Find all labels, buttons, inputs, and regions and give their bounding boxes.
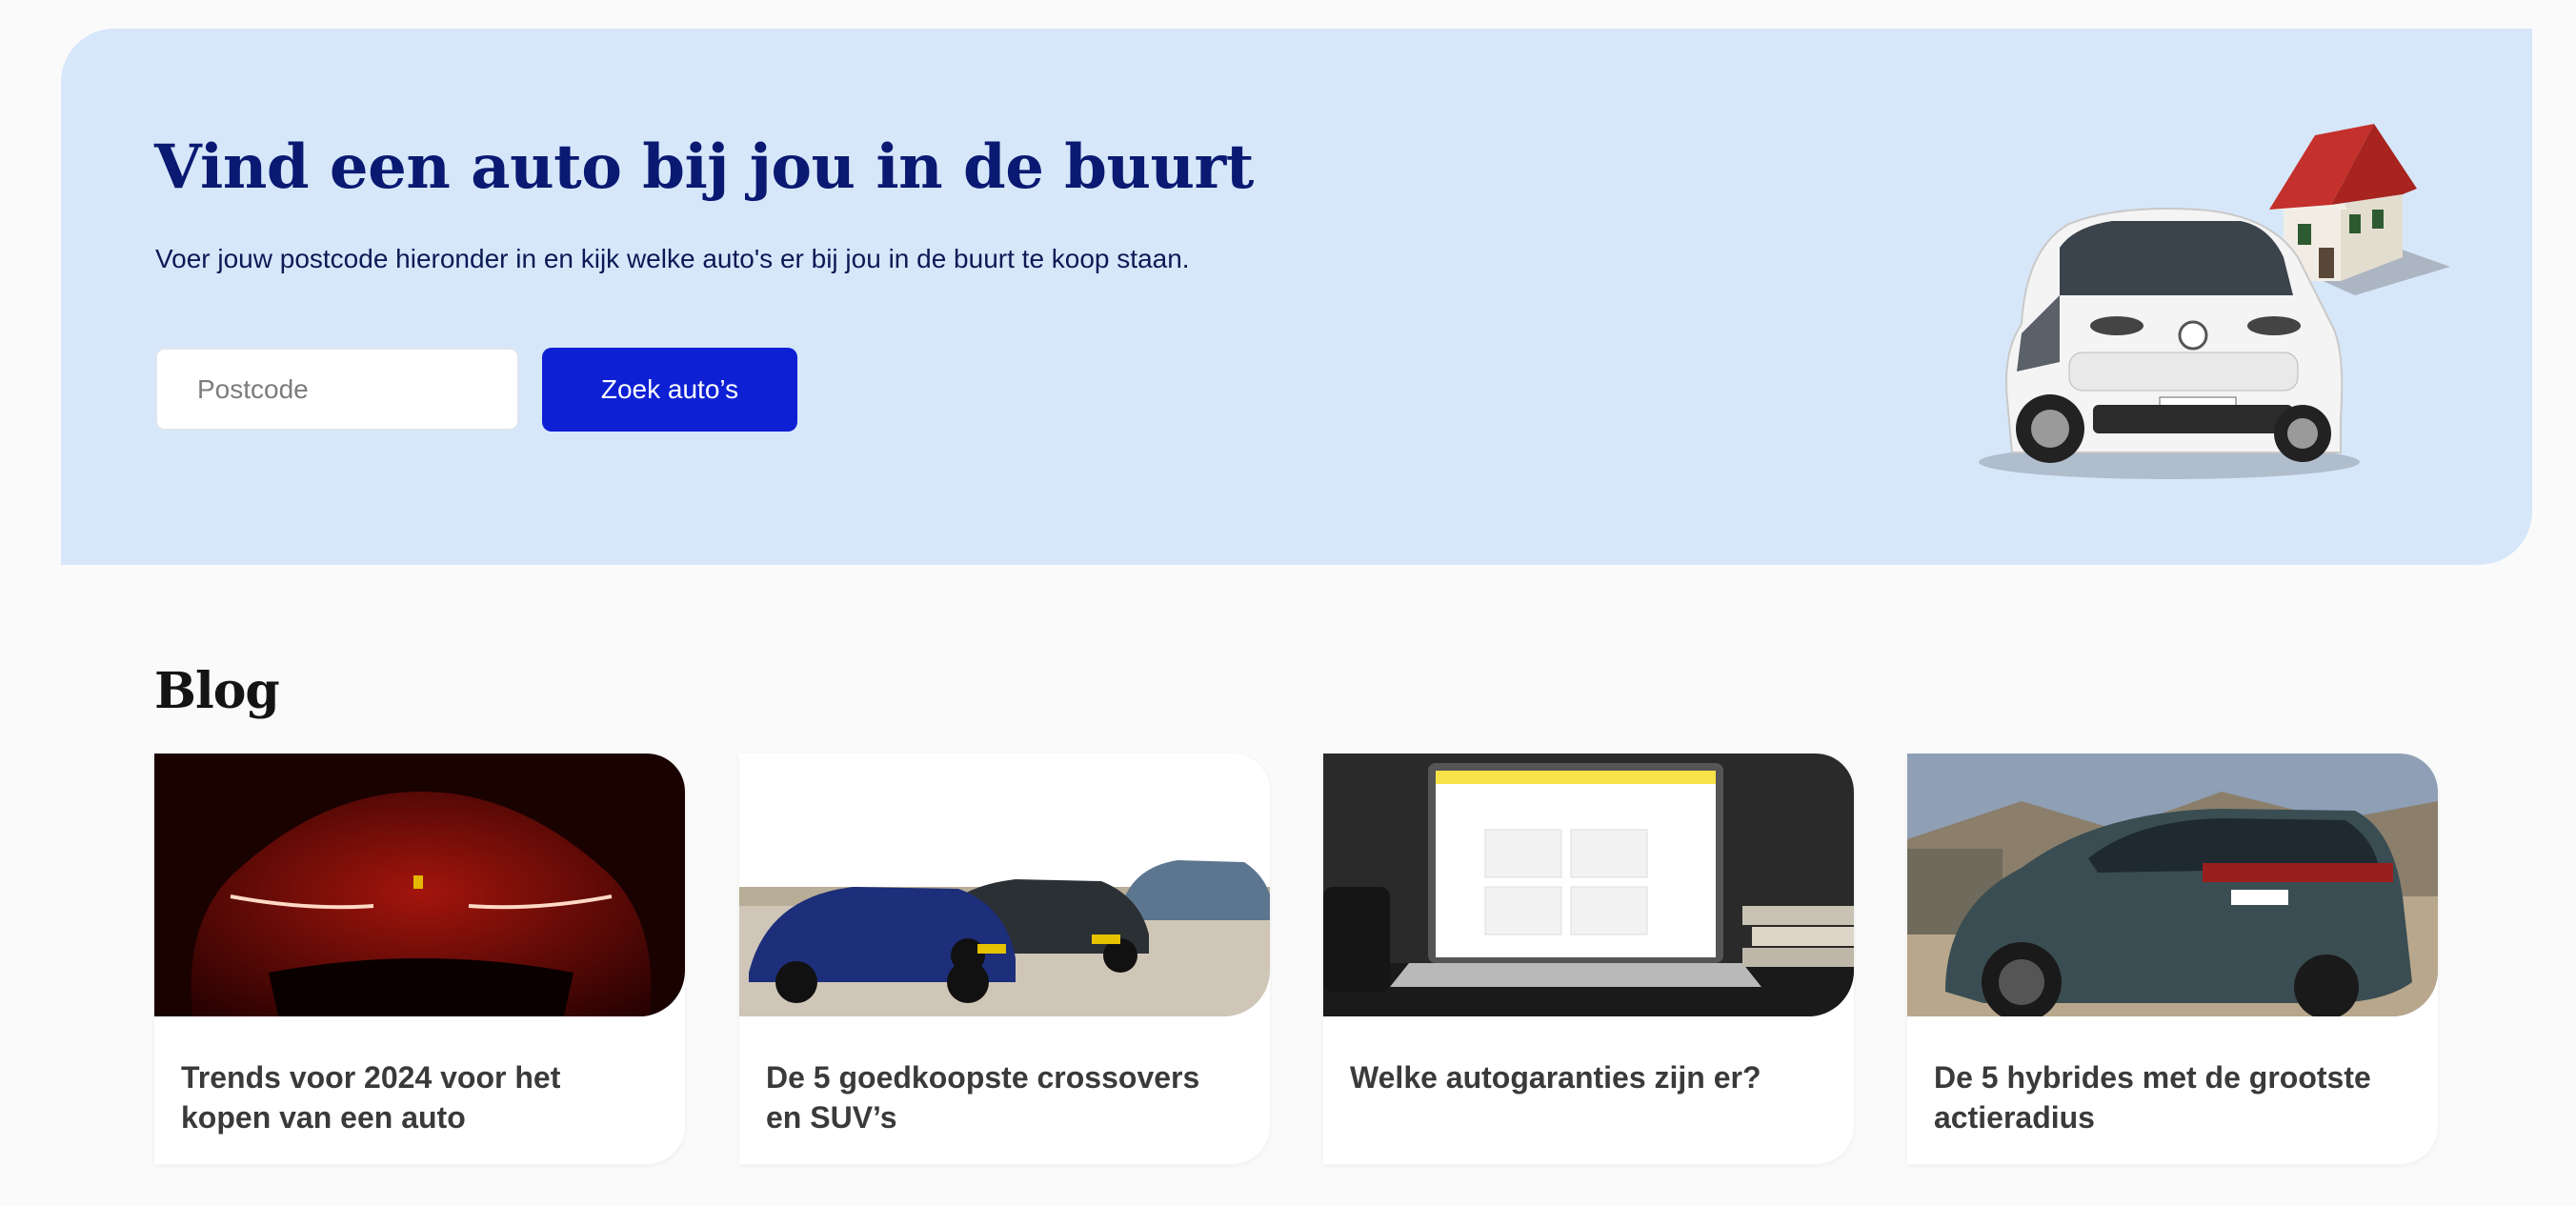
blog-card-title[interactable]: Welke autogaranties zijn er?: [1350, 1057, 1826, 1097]
blog-card[interactable]: De 5 goedkoopste crossovers en SUV’s: [739, 754, 1270, 1164]
blog-card[interactable]: Welke autogaranties zijn er?: [1323, 754, 1854, 1164]
blog-card-title[interactable]: De 5 hybrides met de grootste actieradiu…: [1934, 1057, 2410, 1137]
suv-lineup-image: [739, 754, 1270, 1016]
blog-card-title[interactable]: De 5 goedkoopste crossovers en SUV’s: [766, 1057, 1242, 1137]
hero-title: Vind een auto bij jou in de buurt: [154, 131, 1254, 203]
car-and-house-image: [1979, 124, 2450, 479]
red-sports-car-image: [154, 754, 685, 1016]
blog-heading: Blog: [154, 662, 280, 720]
blog-card[interactable]: Trends voor 2024 voor het kopen van een …: [154, 754, 685, 1164]
laptop-image: [1323, 754, 1854, 1016]
blog-card-title[interactable]: Trends voor 2024 voor het kopen van een …: [181, 1057, 657, 1137]
postcode-input[interactable]: [155, 348, 519, 431]
hero-banner: Vind een auto bij jou in de buurt Voer j…: [61, 29, 2532, 565]
hero-subtitle: Voer jouw postcode hieronder in en kijk …: [155, 244, 1190, 273]
search-cars-button[interactable]: Zoek auto’s: [542, 348, 797, 432]
hybrid-suv-image: [1907, 754, 2438, 1016]
blog-card[interactable]: De 5 hybrides met de grootste actieradiu…: [1907, 754, 2438, 1164]
